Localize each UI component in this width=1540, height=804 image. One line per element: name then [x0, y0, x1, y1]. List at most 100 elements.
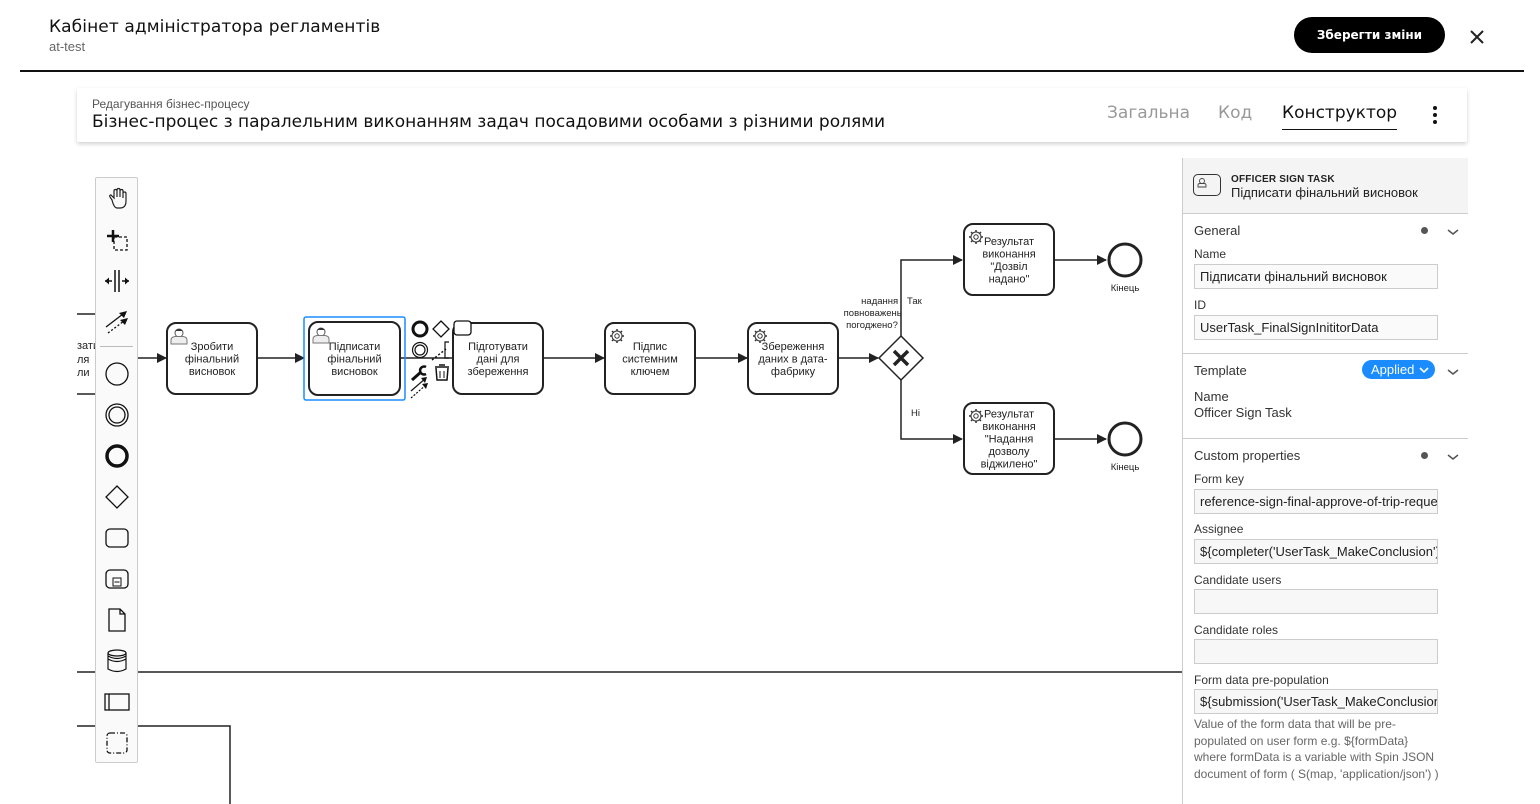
create-gateway-icon[interactable]	[102, 482, 132, 512]
svg-text:надання повноважень: надання повноважень погоджено?	[844, 296, 905, 331]
create-subprocess-icon[interactable]	[102, 564, 132, 594]
app-header: Кабінет адміністратора регламентів at-te…	[0, 0, 1540, 72]
candidate-users-input[interactable]	[1194, 589, 1438, 614]
properties-header: OFFICER SIGN TASK Підписати фінальний ви…	[1183, 158, 1468, 214]
group-general: General Name Підписати фінальний висново…	[1183, 215, 1468, 354]
more-vertical-icon[interactable]	[1429, 104, 1441, 126]
bpmn-canvas[interactable]: зати ля ли Зробити фінальний висновок Підпи…	[77, 158, 1182, 804]
data-marker-dot	[1421, 452, 1428, 459]
task-label-line: висновок	[331, 366, 378, 378]
save-changes-button[interactable]: Зберегти зміни	[1294, 17, 1445, 53]
prepopulation-input[interactable]: ${submission('UserTask_MakeConclusion').…	[1194, 689, 1438, 714]
task-system-sign[interactable]: Підписсистемнимключем	[604, 322, 696, 395]
task-label-line: Підписати	[329, 341, 380, 353]
gateway-label: надання	[861, 296, 898, 307]
tool-palette	[95, 177, 138, 763]
task-label-line: ключем	[631, 366, 670, 378]
task-label-line: фінальний	[327, 354, 381, 366]
task-label-line: дані для	[477, 354, 520, 366]
task-result-granted[interactable]: Результатвиконання"Дозвілнадано"	[963, 223, 1055, 296]
form-key-input[interactable]: reference-sign-final-approve-of-trip-req…	[1194, 489, 1438, 514]
append-task-icon[interactable]	[453, 320, 472, 336]
group-title[interactable]: General	[1194, 223, 1240, 238]
name-input[interactable]: Підписати фінальний висновок	[1194, 264, 1438, 289]
candidate-roles-input[interactable]	[1194, 639, 1438, 664]
assignee-input[interactable]: ${completer('UserTask_MakeConclusion').u…	[1194, 539, 1438, 564]
chevron-down-icon[interactable]	[1446, 449, 1460, 460]
properties-panel: OFFICER SIGN TASK Підписати фінальний ви…	[1182, 158, 1468, 804]
task-label-line: висновок	[189, 366, 236, 378]
data-marker-dot	[1421, 227, 1428, 234]
partial-task-text: ли	[77, 367, 90, 379]
task-label-line: фабрику	[771, 366, 816, 378]
user-task-icon	[1193, 174, 1221, 196]
chevron-down-icon[interactable]	[1446, 364, 1460, 375]
task-label-line: Результат	[984, 236, 1034, 248]
global-connect-tool-icon[interactable]	[102, 307, 132, 337]
delete-trash-icon[interactable]	[435, 364, 449, 381]
flow-label-no: Ні	[911, 408, 920, 419]
task-label-line: "Дозвіл	[990, 261, 1027, 273]
task-result-denied[interactable]: Результатвиконання"Наданнядозволувіджиле…	[963, 402, 1055, 475]
task-label-line: даних в дата-	[758, 354, 828, 366]
task-label-line: Збереження	[762, 341, 825, 353]
task-save-data[interactable]: Збереженняданих в дата-фабрику	[747, 322, 839, 395]
task-label-line: виконання	[982, 248, 1035, 260]
space-tool-icon[interactable]	[102, 266, 132, 296]
task-label-line: Результат	[984, 409, 1034, 421]
breadcrumb: Редагування бізнес-процесу	[92, 97, 250, 111]
chevron-down-icon[interactable]	[1446, 224, 1460, 235]
close-icon[interactable]	[1466, 26, 1488, 48]
task-label-line: дозволу	[989, 446, 1030, 458]
app-subtitle: at-test	[49, 39, 86, 54]
end-event-label: Кінець	[1111, 462, 1140, 473]
tab-code[interactable]: Код	[1218, 103, 1252, 123]
chevron-down-icon	[1419, 367, 1429, 374]
id-label: ID	[1194, 298, 1206, 312]
applied-label: Applied	[1371, 362, 1415, 377]
task-label-line: Підготувати	[468, 341, 528, 353]
task-label-line: надано"	[989, 273, 1030, 285]
group-custom-properties: Custom properties Form key reference-sig…	[1183, 440, 1468, 804]
create-start-event-icon[interactable]	[102, 359, 132, 389]
append-end-event-icon[interactable]	[411, 320, 429, 338]
hand-tool-icon[interactable]	[102, 184, 132, 214]
end-event[interactable]	[1107, 421, 1143, 457]
template-name-value: Officer Sign Task	[1194, 405, 1292, 420]
create-end-event-icon[interactable]	[102, 441, 132, 471]
group-title[interactable]: Template	[1194, 363, 1247, 378]
template-applied-badge[interactable]: Applied	[1362, 360, 1435, 379]
task-label-line: "Надання	[985, 434, 1034, 446]
task-label-line: Зробити	[191, 341, 234, 353]
create-task-icon[interactable]	[102, 523, 132, 553]
task-make-conclusion[interactable]: Зробитифінальнийвисновок	[166, 322, 258, 395]
element-name: Підписати фінальний висновок	[1231, 185, 1418, 200]
create-data-store-icon[interactable]	[102, 646, 132, 676]
exclusive-gateway[interactable]	[877, 334, 925, 382]
gateway-label: погоджено?	[846, 320, 898, 331]
partial-task-text: ля	[77, 354, 89, 366]
tab-constructor[interactable]: Конструктор	[1282, 103, 1398, 130]
append-gateway-icon[interactable]	[432, 320, 450, 338]
tab-general[interactable]: Загальна	[1107, 103, 1190, 123]
task-label-line: системним	[622, 354, 678, 366]
task-sign-conclusion[interactable]: Підписатифінальнийвисновок	[308, 321, 401, 396]
task-label-line: фінальний	[185, 354, 239, 366]
gateway-label: повноважень	[844, 308, 902, 319]
app-title: Кабінет адміністратора регламентів	[49, 17, 381, 37]
name-label: Name	[1194, 247, 1227, 261]
candidate-users-label: Candidate users	[1194, 573, 1282, 587]
group-title[interactable]: Custom properties	[1194, 448, 1300, 463]
end-event[interactable]	[1107, 242, 1143, 278]
task-label-line: виконання	[982, 421, 1035, 433]
lasso-tool-icon[interactable]	[102, 225, 132, 255]
flow-label-yes: Так	[907, 296, 923, 307]
form-key-label: Form key	[1194, 472, 1245, 486]
create-group-icon[interactable]	[102, 728, 132, 758]
create-intermediate-event-icon[interactable]	[102, 400, 132, 430]
prepopulation-description: Value of the form data that will be pre-…	[1194, 717, 1439, 781]
create-data-object-icon[interactable]	[102, 605, 132, 635]
candidate-roles-label: Candidate roles	[1194, 623, 1279, 637]
create-pool-icon[interactable]	[102, 687, 132, 717]
id-input[interactable]: UserTask_FinalSignInititorData	[1194, 315, 1438, 340]
